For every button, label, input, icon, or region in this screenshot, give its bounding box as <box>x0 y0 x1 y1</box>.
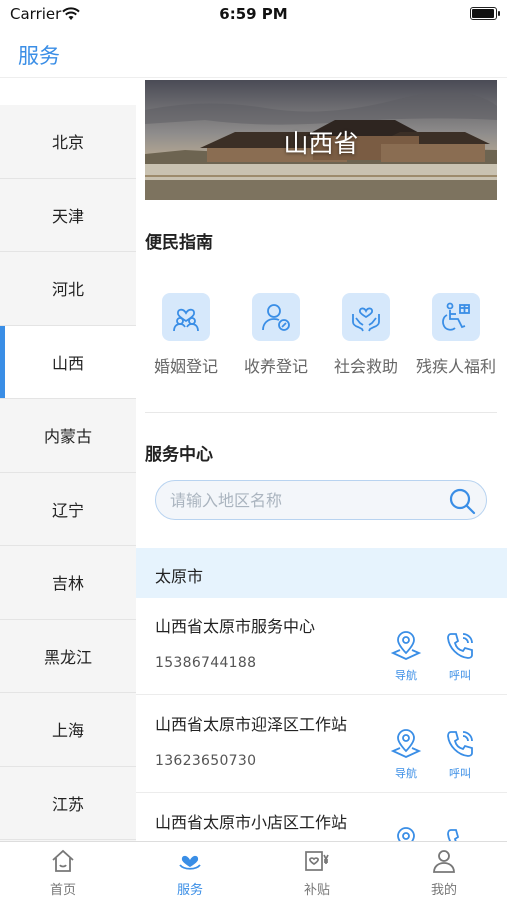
guide-item-label: 收养登记 <box>243 357 308 376</box>
location-pin-icon <box>397 827 415 841</box>
region-search-box[interactable] <box>155 480 487 520</box>
guide-item-disability-welfare[interactable]: 残疾人福利 <box>411 293 501 377</box>
social-aid-icon <box>342 293 390 341</box>
status-bar: Carrier 6:59 PM <box>0 0 507 30</box>
call-button[interactable]: 呼叫 <box>440 729 480 781</box>
sidebar-item-jilin[interactable]: 吉林 <box>0 546 136 620</box>
call-button[interactable] <box>440 827 480 841</box>
call-button[interactable]: 呼叫 <box>440 631 480 683</box>
guide-item-marriage[interactable]: 婚姻登记 <box>141 293 231 377</box>
tab-bar: 首页 服务 补贴 我的 <box>0 841 507 900</box>
search-icon[interactable] <box>448 487 476 519</box>
region-header: 太原市 <box>136 548 507 598</box>
navigate-label: 导航 <box>395 767 417 780</box>
guide-section-title: 便民指南 <box>145 233 213 253</box>
sidebar-item-label: 天津 <box>51 206 84 226</box>
service-station-row[interactable]: 山西省太原市服务中心 15386744188 导航 呼叫 <box>136 598 507 695</box>
adoption-icon <box>252 293 300 341</box>
phone-icon <box>447 829 460 841</box>
location-pin-icon <box>390 729 422 758</box>
banner-title: 山西省 <box>283 129 359 158</box>
sidebar-item-jiangsu[interactable]: 江苏 <box>0 767 136 840</box>
tab-profile[interactable]: 我的 <box>381 848 507 898</box>
sidebar-item-neimenggu[interactable]: 内蒙古 <box>0 399 136 473</box>
tab-home[interactable]: 首页 <box>0 848 126 898</box>
sidebar-item-label: 江苏 <box>51 794 84 814</box>
guide-item-label: 婚姻登记 <box>153 357 218 376</box>
sidebar-item-label: 辽宁 <box>51 500 84 520</box>
navigate-label: 导航 <box>395 669 417 682</box>
tab-service[interactable]: 服务 <box>127 848 253 898</box>
station-phone: 15386744188 <box>155 655 257 671</box>
province-banner: 山西省 <box>145 80 497 200</box>
station-name: 山西省太原市迎泽区工作站 <box>155 715 348 734</box>
profile-icon <box>433 850 455 873</box>
sidebar-item-shanghai[interactable]: 上海 <box>0 693 136 767</box>
guide-grid: 婚姻登记 收养登记 社会救助 残疾人福利 <box>145 293 507 383</box>
navigate-button[interactable]: 导航 <box>386 631 426 683</box>
tab-subsidy[interactable]: 补贴 <box>254 848 380 898</box>
sidebar-item-label: 上海 <box>51 721 84 741</box>
tab-label: 首页 <box>49 883 76 898</box>
guide-item-label: 社会救助 <box>333 357 398 376</box>
sidebar-item-label: 吉林 <box>51 574 84 594</box>
phone-icon <box>447 633 473 659</box>
navigate-button[interactable] <box>386 827 426 841</box>
page-title: 服务 <box>18 44 60 68</box>
service-content: 山西省 便民指南 婚姻登记 收养登记 社会救助 残疾人福利 服务中心 请输入地区… <box>136 78 507 841</box>
sidebar-item-heilongjiang[interactable]: 黑龙江 <box>0 620 136 693</box>
navigate-button[interactable]: 导航 <box>386 729 426 781</box>
service-station-row[interactable]: 山西省太原市小店区工作站 <box>136 794 507 841</box>
sidebar-item-hebei[interactable]: 河北 <box>0 252 136 326</box>
tab-label: 我的 <box>430 883 457 898</box>
region-name: 太原市 <box>155 567 204 586</box>
guide-item-social-aid[interactable]: 社会救助 <box>321 293 411 377</box>
guide-item-label: 残疾人福利 <box>415 357 496 376</box>
location-pin-icon <box>390 631 422 660</box>
sidebar-item-label: 黑龙江 <box>43 647 92 667</box>
sidebar-item-tianjin[interactable]: 天津 <box>0 179 136 252</box>
station-name: 山西省太原市小店区工作站 <box>155 813 348 832</box>
service-center-title: 服务中心 <box>145 445 213 465</box>
sidebar-item-liaoning[interactable]: 辽宁 <box>0 473 136 546</box>
region-search-input[interactable] <box>170 481 440 519</box>
sidebar-item-label: 北京 <box>51 133 84 153</box>
tab-label: 补贴 <box>303 883 330 898</box>
battery-icon <box>470 7 500 20</box>
marriage-icon <box>162 293 210 341</box>
station-phone: 13623650730 <box>155 753 257 769</box>
sidebar-item-shanxi[interactable]: 山西 <box>0 325 136 399</box>
service-station-row[interactable]: 山西省太原市迎泽区工作站 13623650730 导航 呼叫 <box>136 696 507 793</box>
call-label: 呼叫 <box>449 767 471 780</box>
sidebar-item-label: 内蒙古 <box>43 427 92 447</box>
station-name: 山西省太原市服务中心 <box>155 617 316 636</box>
phone-icon <box>447 731 473 757</box>
sidebar-item-label: 山西 <box>51 353 84 373</box>
clock: 6:59 PM <box>219 5 288 23</box>
heart-hand-icon <box>179 855 201 870</box>
tab-label: 服务 <box>176 883 203 898</box>
disability-welfare-icon <box>432 293 480 341</box>
home-icon <box>52 849 74 872</box>
sidebar-item-label: 河北 <box>51 280 84 300</box>
section-divider <box>145 412 497 413</box>
navigation-bar: 服务 <box>0 30 507 78</box>
battery-level <box>472 9 494 18</box>
guide-item-adoption[interactable]: 收养登记 <box>231 293 321 377</box>
province-sidebar[interactable]: 北京 天津 河北 山西 内蒙古 辽宁 吉林 黑龙江 上海 江苏 <box>0 105 136 841</box>
subsidy-icon <box>305 851 329 871</box>
sidebar-item-beijing[interactable]: 北京 <box>0 105 136 179</box>
call-label: 呼叫 <box>449 669 471 682</box>
